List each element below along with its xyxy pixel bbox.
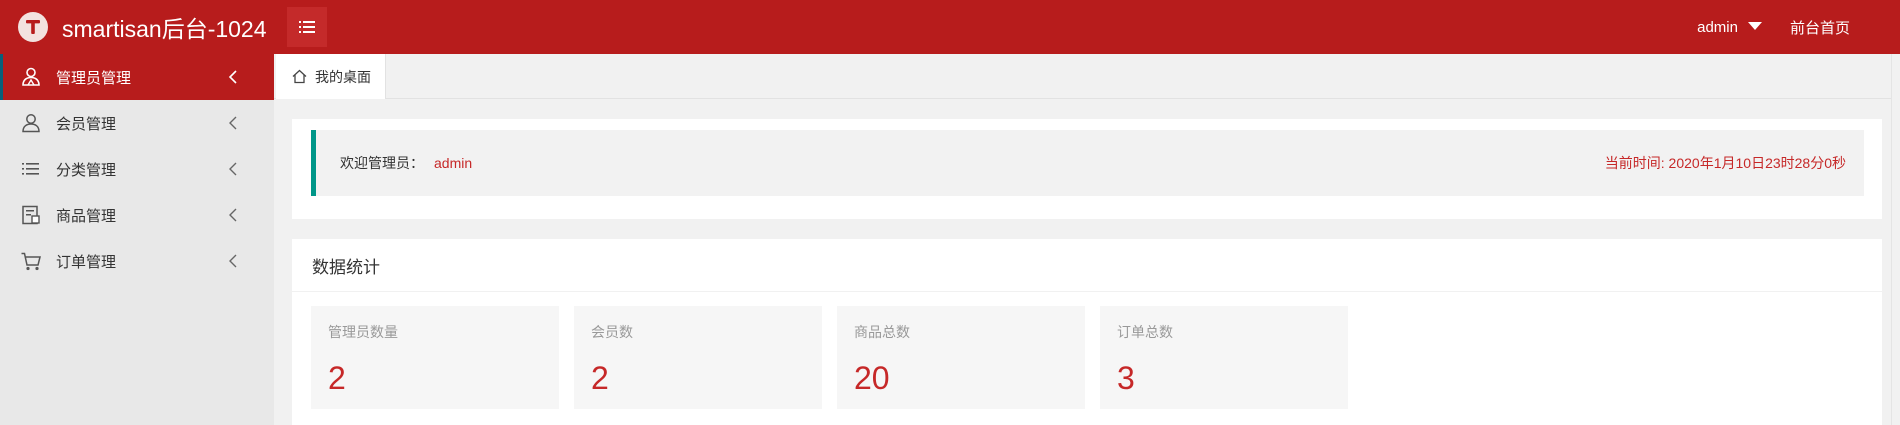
sidebar-item-label: 管理员管理 <box>56 69 132 87</box>
stats-title: 数据统计 <box>312 257 380 277</box>
stat-member-count[interactable]: 会员数 2 <box>574 306 822 409</box>
stat-admin-count[interactable]: 管理员数量 2 <box>311 306 559 409</box>
logo-icon <box>18 12 48 42</box>
sidebar-item-category-management[interactable]: 分类管理 <box>0 146 274 192</box>
cart-icon <box>21 252 41 271</box>
menu-toggle-button[interactable] <box>287 7 327 47</box>
sidebar-item-member-management[interactable]: 会员管理 <box>0 100 274 146</box>
chevron-left-icon <box>229 208 237 222</box>
current-time: 当前时间: 2020年1月10日23时28分0秒 <box>1604 155 1846 171</box>
stat-value: 2 <box>328 360 346 396</box>
tab-my-desktop[interactable]: 我的桌面 <box>276 54 386 99</box>
user-icon <box>22 114 40 133</box>
chevron-left-icon <box>229 116 237 130</box>
caret-down-icon <box>1747 22 1762 30</box>
tab-bar: 我的桌面 <box>274 54 1900 99</box>
divider <box>292 291 1882 292</box>
tab-label: 我的桌面 <box>315 68 371 85</box>
user-menu[interactable]: admin <box>1697 19 1762 36</box>
front-home-link[interactable]: 前台首页 <box>1790 17 1850 38</box>
main-content: 欢迎管理员： admin 当前时间: 2020年1月10日23时28分0秒 数据… <box>274 99 1900 425</box>
sidebar-item-label: 会员管理 <box>56 115 117 133</box>
admin-users-icon <box>22 67 40 86</box>
stat-order-count[interactable]: 订单总数 3 <box>1100 306 1348 409</box>
stat-label: 订单总数 <box>1117 324 1173 340</box>
stat-product-count[interactable]: 商品总数 20 <box>837 306 1085 409</box>
logo[interactable]: smartisan后台-1024 <box>18 0 267 54</box>
stat-value: 3 <box>1117 360 1135 396</box>
list-icon <box>22 163 39 175</box>
welcome-admin-name: admin <box>434 155 473 171</box>
sidebar-item-label: 商品管理 <box>56 207 117 225</box>
top-header: smartisan后台-1024 admin 前台首页 <box>0 0 1900 54</box>
hamburger-icon <box>299 21 315 33</box>
stat-value: 20 <box>854 360 890 396</box>
sidebar-item-product-management[interactable]: 商品管理 <box>0 192 274 238</box>
sidebar: 管理员管理 会员管理 分类管理 商品管理 订单管理 <box>0 54 274 425</box>
chevron-left-icon <box>229 254 237 268</box>
stat-label: 会员数 <box>591 324 633 340</box>
welcome-card: 欢迎管理员： admin 当前时间: 2020年1月10日23时28分0秒 <box>292 119 1882 219</box>
sidebar-item-order-management[interactable]: 订单管理 <box>0 238 274 284</box>
user-name: admin <box>1697 18 1738 36</box>
stat-label: 商品总数 <box>854 324 910 340</box>
chevron-left-icon <box>228 70 237 84</box>
app-title: smartisan后台-1024 <box>62 16 267 42</box>
welcome-label: 欢迎管理员： <box>340 155 424 171</box>
sidebar-item-label: 分类管理 <box>56 161 117 179</box>
vertical-scrollbar[interactable] <box>1891 54 1900 425</box>
stat-label: 管理员数量 <box>328 324 398 340</box>
product-icon <box>22 205 40 225</box>
home-icon <box>292 69 307 84</box>
sidebar-item-label: 订单管理 <box>56 253 117 271</box>
chevron-left-icon <box>229 162 237 176</box>
stat-value: 2 <box>591 360 609 396</box>
welcome-quote: 欢迎管理员： admin 当前时间: 2020年1月10日23时28分0秒 <box>311 130 1864 196</box>
stats-card: 数据统计 管理员数量 2 会员数 2 商品总数 20 订单总数 3 <box>292 239 1882 425</box>
sidebar-item-admin-management[interactable]: 管理员管理 <box>0 54 274 100</box>
